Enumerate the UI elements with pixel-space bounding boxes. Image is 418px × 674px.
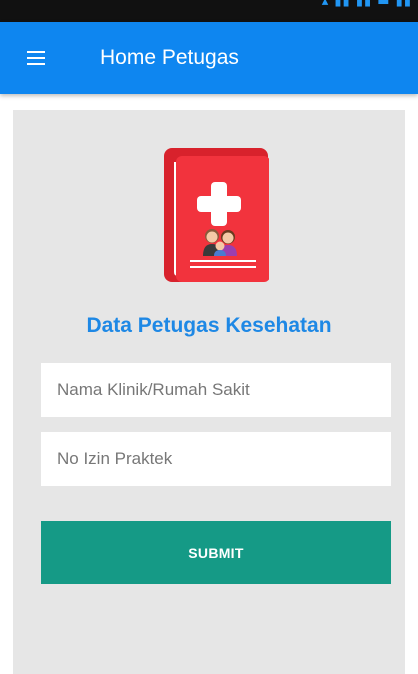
medical-book-icon <box>164 148 269 282</box>
menu-button[interactable] <box>24 48 52 68</box>
practice-license-field[interactable] <box>41 432 391 486</box>
clinic-name-field[interactable] <box>41 363 391 417</box>
app-title: Home Petugas <box>100 46 239 69</box>
status-bar: ▴ ▮▮ ▮▮ ▬ ▮▮ <box>0 0 418 22</box>
clinic-name-input[interactable] <box>55 379 377 401</box>
section-title: Data Petugas Kesehatan <box>86 314 332 337</box>
status-icons: ▴ ▮▮ ▮▮ ▬ ▮▮ <box>321 0 412 9</box>
submit-button[interactable]: SUBMIT <box>41 521 391 584</box>
app-bar: Home Petugas <box>0 22 418 94</box>
form-card: Data Petugas Kesehatan SUBMIT <box>13 110 405 674</box>
practice-license-input[interactable] <box>55 448 377 470</box>
